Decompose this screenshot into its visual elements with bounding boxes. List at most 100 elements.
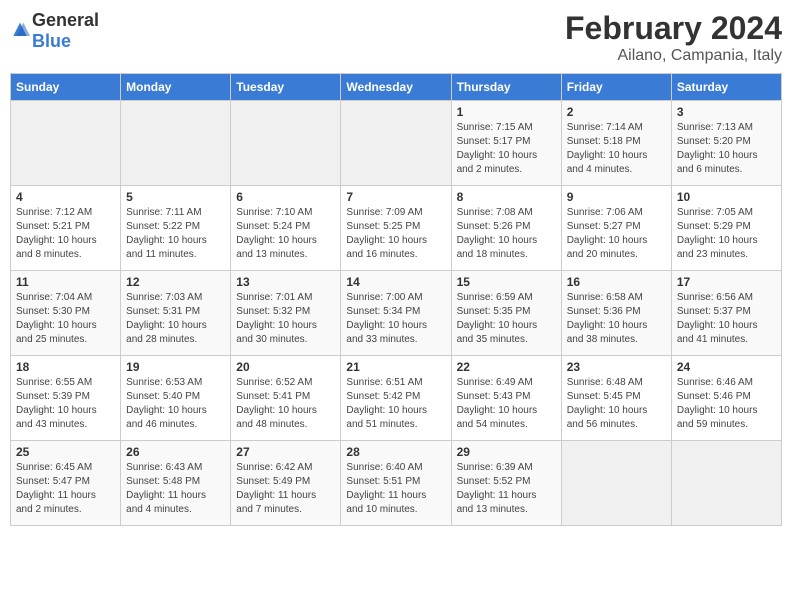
calendar-cell: 26Sunrise: 6:43 AM Sunset: 5:48 PM Dayli… [121,441,231,526]
day-info: Sunrise: 6:42 AM Sunset: 5:49 PM Dayligh… [236,461,335,517]
calendar-week-row: 25 Sunrise: 6:45 AM Sunset: 5:47 PM Dayli… [11,441,782,526]
calendar-cell: 6 Sunrise: 7:10 AM Sunset: 5:24 PM Daylig… [231,186,341,271]
day-number: 23 [567,360,666,374]
calendar-cell: 20 Sunrise: 6:52 AM Sunset: 5:41 PM Dayli… [231,356,341,441]
calendar-cell: 11 Sunrise: 7:04 AM Sunset: 5:30 PM Dayli… [11,271,121,356]
calendar-cell [671,441,781,526]
day-number: 27 [236,445,335,459]
calendar-week-row: 11 Sunrise: 7:04 AM Sunset: 5:30 PM Dayli… [11,271,782,356]
calendar-cell: 18 Sunrise: 6:55 AM Sunset: 5:39 PM Dayli… [11,356,121,441]
calendar-cell: 7 Sunrise: 7:09 AM Sunset: 5:25 PM Daylig… [341,186,451,271]
calendar-cell: 5 Sunrise: 7:11 AM Sunset: 5:22 PM Daylig… [121,186,231,271]
calendar-week-row: 18 Sunrise: 6:55 AM Sunset: 5:39 PM Dayli… [11,356,782,441]
day-info: Sunrise: 7:14 AM Sunset: 5:18 PM Dayligh… [567,121,666,177]
calendar-cell: 23 Sunrise: 6:48 AM Sunset: 5:45 PM Dayli… [561,356,671,441]
weekday-header: Wednesday [341,74,451,101]
calendar-cell [341,101,451,186]
calendar-cell: 17Sunrise: 6:56 AM Sunset: 5:37 PM Dayli… [671,271,781,356]
day-number: 18 [16,360,115,374]
day-number: 10 [677,190,776,204]
day-info: Sunrise: 7:05 AM Sunset: 5:29 PM Dayligh… [677,206,776,262]
day-info: Sunrise: 7:03 AM Sunset: 5:31 PM Dayligh… [126,291,225,347]
calendar-cell: 15Sunrise: 6:59 AM Sunset: 5:35 PM Dayli… [451,271,561,356]
day-info: Sunrise: 6:49 AM Sunset: 5:43 PM Dayligh… [457,376,556,432]
day-number: 26 [126,445,225,459]
calendar-cell [231,101,341,186]
day-info: Sunrise: 6:55 AM Sunset: 5:39 PM Dayligh… [16,376,115,432]
day-number: 1 [457,105,556,119]
day-info: Sunrise: 6:51 AM Sunset: 5:42 PM Dayligh… [346,376,445,432]
day-info: Sunrise: 6:46 AM Sunset: 5:46 PM Dayligh… [677,376,776,432]
day-number: 5 [126,190,225,204]
calendar-cell: 22 Sunrise: 6:49 AM Sunset: 5:43 PM Dayli… [451,356,561,441]
day-number: 20 [236,360,335,374]
day-number: 9 [567,190,666,204]
calendar-cell: 16 Sunrise: 6:58 AM Sunset: 5:36 PM Dayli… [561,271,671,356]
weekday-header: Monday [121,74,231,101]
day-info: Sunrise: 7:13 AM Sunset: 5:20 PM Dayligh… [677,121,776,177]
calendar-week-row: 4Sunrise: 7:12 AM Sunset: 5:21 PM Daylig… [11,186,782,271]
day-number: 11 [16,275,115,289]
day-number: 24 [677,360,776,374]
day-number: 2 [567,105,666,119]
logo-general: General [32,10,99,30]
calendar-cell: 8 Sunrise: 7:08 AM Sunset: 5:26 PM Daylig… [451,186,561,271]
day-number: 29 [457,445,556,459]
calendar-cell [561,441,671,526]
day-info: Sunrise: 6:53 AM Sunset: 5:40 PM Dayligh… [126,376,225,432]
calendar-cell: 28Sunrise: 6:40 AM Sunset: 5:51 PM Dayli… [341,441,451,526]
weekday-header: Thursday [451,74,561,101]
calendar-cell [121,101,231,186]
day-info: Sunrise: 6:58 AM Sunset: 5:36 PM Dayligh… [567,291,666,347]
logo-blue: Blue [32,31,71,51]
day-info: Sunrise: 6:39 AM Sunset: 5:52 PM Dayligh… [457,461,556,517]
day-number: 19 [126,360,225,374]
day-info: Sunrise: 7:15 AM Sunset: 5:17 PM Dayligh… [457,121,556,177]
day-number: 25 [16,445,115,459]
day-info: Sunrise: 7:12 AM Sunset: 5:21 PM Dayligh… [16,206,115,262]
logo: General Blue [10,10,99,52]
day-info: Sunrise: 7:08 AM Sunset: 5:26 PM Dayligh… [457,206,556,262]
day-info: Sunrise: 7:01 AM Sunset: 5:32 PM Dayligh… [236,291,335,347]
day-info: Sunrise: 7:06 AM Sunset: 5:27 PM Dayligh… [567,206,666,262]
day-info: Sunrise: 6:59 AM Sunset: 5:35 PM Dayligh… [457,291,556,347]
calendar-cell: 9 Sunrise: 7:06 AM Sunset: 5:27 PM Daylig… [561,186,671,271]
day-number: 13 [236,275,335,289]
day-info: Sunrise: 6:45 AM Sunset: 5:47 PM Dayligh… [16,461,115,517]
day-number: 14 [346,275,445,289]
day-info: Sunrise: 7:11 AM Sunset: 5:22 PM Dayligh… [126,206,225,262]
calendar-cell: 25 Sunrise: 6:45 AM Sunset: 5:47 PM Dayli… [11,441,121,526]
day-info: Sunrise: 6:52 AM Sunset: 5:41 PM Dayligh… [236,376,335,432]
calendar-cell: 21 Sunrise: 6:51 AM Sunset: 5:42 PM Dayli… [341,356,451,441]
day-info: Sunrise: 7:09 AM Sunset: 5:25 PM Dayligh… [346,206,445,262]
calendar-cell: 2 Sunrise: 7:14 AM Sunset: 5:18 PM Daylig… [561,101,671,186]
calendar-cell: 10 Sunrise: 7:05 AM Sunset: 5:29 PM Dayli… [671,186,781,271]
day-info: Sunrise: 7:04 AM Sunset: 5:30 PM Dayligh… [16,291,115,347]
page-header: General Blue February 2024 Ailano, Campa… [10,10,782,65]
day-number: 12 [126,275,225,289]
day-number: 16 [567,275,666,289]
weekday-header: Saturday [671,74,781,101]
day-info: Sunrise: 6:40 AM Sunset: 5:51 PM Dayligh… [346,461,445,517]
calendar-cell: 29 Sunrise: 6:39 AM Sunset: 5:52 PM Dayli… [451,441,561,526]
day-info: Sunrise: 6:48 AM Sunset: 5:45 PM Dayligh… [567,376,666,432]
day-info: Sunrise: 7:10 AM Sunset: 5:24 PM Dayligh… [236,206,335,262]
day-number: 8 [457,190,556,204]
day-number: 21 [346,360,445,374]
calendar-table: SundayMondayTuesdayWednesdayThursdayFrid… [10,73,782,526]
day-number: 7 [346,190,445,204]
calendar-cell: 12 Sunrise: 7:03 AM Sunset: 5:31 PM Dayli… [121,271,231,356]
title-block: February 2024 Ailano, Campania, Italy [565,10,782,65]
day-number: 22 [457,360,556,374]
weekday-header: Sunday [11,74,121,101]
calendar-week-row: 1 Sunrise: 7:15 AM Sunset: 5:17 PM Daylig… [11,101,782,186]
day-number: 6 [236,190,335,204]
day-number: 3 [677,105,776,119]
day-number: 17 [677,275,776,289]
day-info: Sunrise: 7:00 AM Sunset: 5:34 PM Dayligh… [346,291,445,347]
calendar-cell: 3 Sunrise: 7:13 AM Sunset: 5:20 PM Daylig… [671,101,781,186]
calendar-cell: 4Sunrise: 7:12 AM Sunset: 5:21 PM Daylig… [11,186,121,271]
calendar-cell: 27 Sunrise: 6:42 AM Sunset: 5:49 PM Dayli… [231,441,341,526]
logo-icon [10,21,30,41]
calendar-cell: 19 Sunrise: 6:53 AM Sunset: 5:40 PM Dayli… [121,356,231,441]
